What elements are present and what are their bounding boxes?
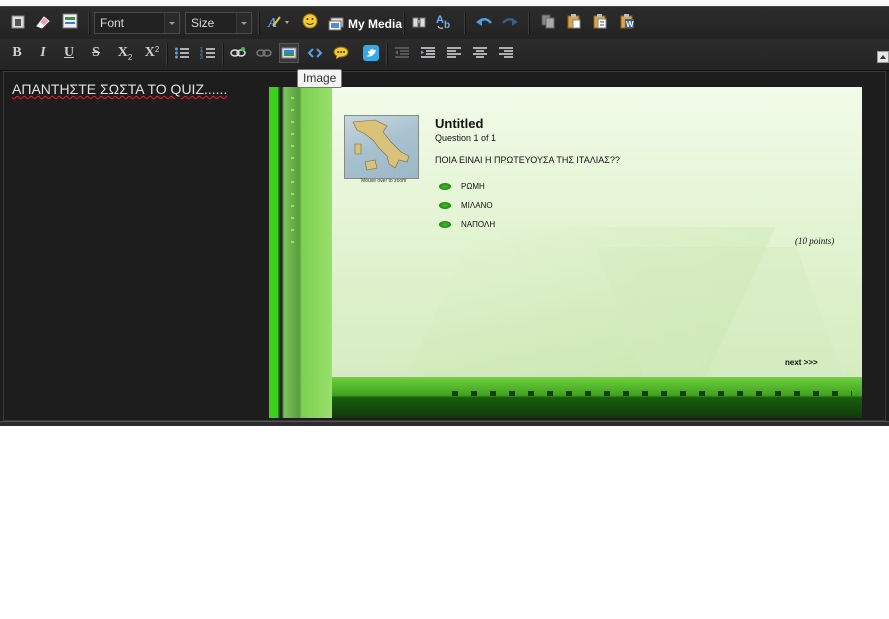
separator (528, 12, 530, 34)
radio-dot-icon (439, 202, 451, 209)
svg-text:W: W (626, 20, 634, 29)
horizontal-rule-icon[interactable] (60, 11, 80, 31)
source-icon[interactable] (8, 12, 28, 32)
separator (386, 43, 388, 65)
separator (258, 12, 260, 34)
twitter-icon[interactable] (361, 43, 381, 63)
content-text[interactable]: ΑΠΑΝΤΗΣΤΕ ΣΩΣΤΑ ΤΟ QUIZ...... (12, 81, 227, 97)
separator (88, 12, 90, 34)
font-combo-label: Font (100, 16, 125, 30)
my-media-label: My Media (348, 17, 403, 31)
points-label: (10 points) (795, 236, 835, 246)
redo-icon[interactable] (500, 12, 520, 32)
paste-word-icon[interactable]: W (617, 11, 637, 31)
subscript-label: X (117, 45, 128, 60)
media-icon (328, 17, 344, 31)
italy-map-thumbnail (344, 115, 419, 179)
answer-label: ΜΙΛΑΝΟ (461, 201, 493, 210)
image-tooltip: Image (297, 69, 343, 88)
question-number: Question 1 of 1 (435, 133, 497, 143)
svg-text:b: b (444, 20, 450, 29)
top-border (0, 0, 889, 7)
editor-bottom-bar (0, 421, 889, 426)
separator (403, 12, 405, 34)
indent-icon[interactable] (418, 43, 438, 63)
answer-option: ΝΑΠΟΛΗ (439, 220, 495, 229)
image-icon[interactable] (279, 43, 299, 63)
undo-icon[interactable] (474, 12, 494, 32)
strikethrough-button[interactable]: S (86, 43, 106, 63)
replace-icon[interactable]: Ab (434, 11, 454, 31)
radio-dot-icon (439, 221, 451, 228)
content-text-line: ΑΠΑΝΤΗΣΤΕ ΣΩΣΤΑ ΤΟ QUIZ...... (12, 81, 228, 97)
align-center-icon[interactable] (470, 43, 490, 63)
quiz-bottom-dots (452, 391, 852, 396)
unlink-icon[interactable] (254, 43, 274, 63)
find-icon[interactable] (409, 12, 429, 32)
eraser-icon[interactable] (33, 12, 53, 32)
paste-icon[interactable] (564, 11, 584, 31)
size-combo-label: Size (191, 16, 215, 30)
quiz-title: Untitled (435, 116, 484, 131)
separator (166, 43, 168, 65)
font-combo[interactable]: Font (94, 12, 180, 34)
map-caption: Mouse over to zoom (361, 178, 407, 184)
quiz-left-bar (269, 87, 332, 418)
answer-label: ΝΑΠΟΛΗ (461, 220, 496, 229)
copy-icon[interactable] (538, 11, 558, 31)
radio-dot-icon (439, 183, 451, 190)
separator (464, 12, 466, 34)
svg-text:A: A (436, 14, 444, 26)
quiz-bottom-bar (332, 377, 862, 418)
superscript-label: X (144, 45, 155, 60)
align-left-icon[interactable] (444, 43, 464, 63)
italic-button[interactable]: I (33, 43, 53, 63)
embed-code-icon[interactable] (305, 43, 325, 63)
bulleted-list-icon[interactable] (172, 43, 192, 63)
question-text: ΠΟΙΑ ΕΙΝΑΙ Η ΠΡΩΤΕΥΟΥΣΑ ΤΗΣ ΙΤΑΛΙΑΣ?? (435, 155, 620, 165)
bold-button[interactable]: B (7, 43, 27, 63)
chevron-down-icon[interactable] (236, 13, 251, 33)
my-media-button[interactable]: My Media (328, 15, 402, 33)
answer-option: ΡΩΜΗ (439, 182, 485, 191)
speech-bubble-icon[interactable] (331, 43, 351, 63)
svg-text:3: 3 (200, 55, 203, 60)
italy-map-icon (352, 119, 410, 171)
smiley-icon[interactable] (300, 11, 320, 31)
next-label: next >>> (785, 358, 818, 367)
scroll-up-button[interactable] (877, 51, 889, 63)
paste-text-icon[interactable] (590, 11, 610, 31)
answer-label: ΡΩΜΗ (461, 182, 485, 191)
size-combo[interactable]: Size (185, 12, 252, 34)
outdent-icon[interactable] (392, 43, 412, 63)
toolbar-row-1: Font Size A My Media Ab W (0, 7, 889, 40)
quiz-image[interactable]: Mouse over to zoom Untitled Question 1 o… (269, 87, 862, 418)
align-right-icon[interactable] (496, 43, 516, 63)
text-color-icon[interactable]: A (266, 12, 292, 32)
numbered-list-icon[interactable]: 123 (198, 43, 218, 63)
separator (222, 43, 224, 65)
link-icon[interactable] (228, 43, 248, 63)
quiz-dots (291, 97, 294, 247)
subscript-button[interactable]: X2 (115, 43, 135, 63)
superscript-button[interactable]: X2 (142, 43, 162, 63)
underline-button[interactable]: U (59, 43, 79, 63)
answer-option: ΜΙΛΑΝΟ (439, 201, 493, 210)
toolbar-row-2: B I U S X2 X2 123 (0, 39, 889, 71)
rich-text-editor: Font Size A My Media Ab W B I U S X 2 X … (0, 0, 889, 426)
chevron-down-icon[interactable] (164, 13, 179, 33)
